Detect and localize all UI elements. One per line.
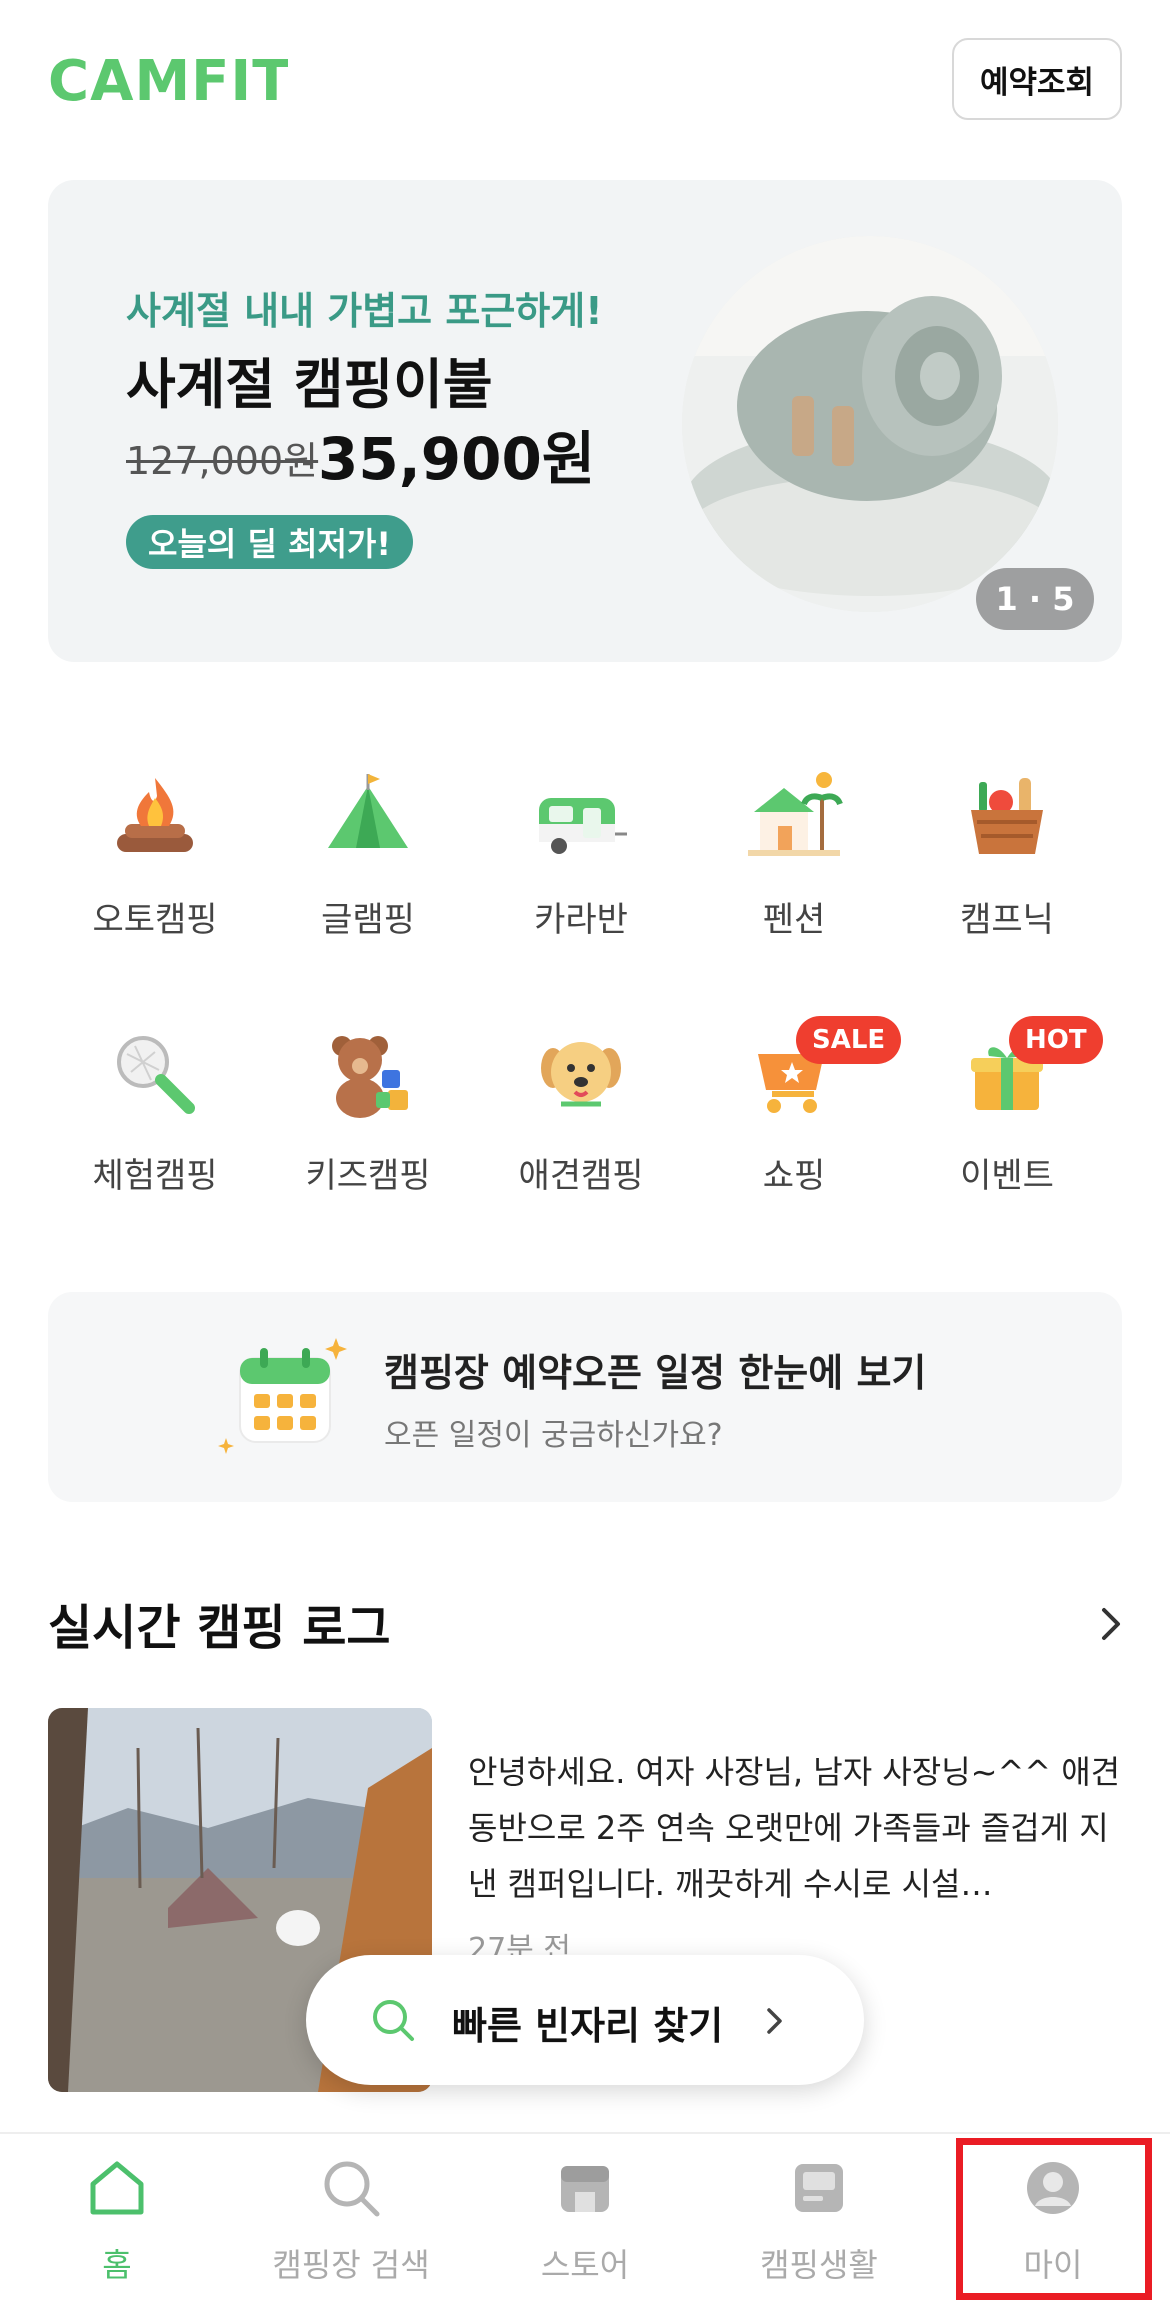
category-label: 펜션 — [762, 900, 826, 940]
home-icon — [90, 2161, 144, 2215]
teddy-bear-icon — [332, 1036, 408, 1118]
category-label: 글램핑 — [321, 900, 415, 940]
campfire-icon — [117, 778, 193, 852]
nav-label: 스토어 — [540, 2246, 630, 2284]
nav-label: 캠핑생활 — [760, 2246, 878, 2284]
sale-tag: SALE — [796, 1016, 902, 1064]
nav-store[interactable]: 스토어 — [468, 2156, 702, 2286]
quick-vacancy-search-button[interactable]: 빠른 빈자리 찾기 — [306, 1955, 864, 2085]
reservation-open-schedule-card[interactable]: 캠핑장 예약오픈 일정 한눈에 보기 오픈 일정이 궁금하신가요? — [48, 1292, 1122, 1502]
tent-icon — [328, 774, 408, 848]
hot-tag: HOT — [1009, 1016, 1103, 1064]
camfit-logo[interactable]: CAMFIT — [48, 52, 288, 106]
chevron-right-icon[interactable] — [1096, 1604, 1126, 1644]
chevron-right-icon — [767, 2008, 782, 2034]
category-auto-camping[interactable]: 오토캠핑 — [55, 768, 255, 941]
category-label: 쇼핑 — [762, 1156, 826, 1196]
category-shopping[interactable]: 쇼핑 SALE — [694, 1016, 902, 1197]
schedule-subtitle: 오픈 일정이 궁금하신가요? — [384, 1418, 723, 1453]
quick-search-label: 빠른 빈자리 찾기 — [452, 2004, 724, 2048]
original-price: 127,000원 — [126, 439, 319, 483]
nav-home[interactable]: 홈 — [0, 2156, 234, 2286]
blanket-product-image — [682, 236, 1058, 612]
nav-campsite-search[interactable]: 캠핑장 검색 — [234, 2156, 468, 2286]
caravan-icon — [539, 798, 627, 854]
camping-life-icon — [795, 2164, 843, 2212]
category-label: 오토캠핑 — [92, 900, 218, 940]
category-label: 키즈캠핑 — [305, 1156, 431, 1196]
nav-camping-life[interactable]: 캠핑생활 — [702, 2156, 936, 2286]
reservation-lookup-button[interactable]: 예약조회 — [952, 38, 1122, 120]
banner-title: 사계절 캠핑이불 — [126, 353, 493, 416]
deal-badge: 오늘의 딜 최저가! — [126, 515, 413, 569]
nav-label: 캠핑장 검색 — [272, 2246, 430, 2284]
search-icon — [324, 2161, 380, 2217]
category-caravan[interactable]: 카라반 — [481, 768, 681, 941]
search-icon — [373, 2000, 414, 2041]
svg-text:CAMFIT: CAMFIT — [48, 52, 288, 106]
camping-log-text[interactable]: 안녕하세요. 여자 사장님, 남자 사장닝~^^ 애견동반으로 2주 연속 오랫… — [468, 1744, 1122, 1912]
category-label: 체험캠핑 — [92, 1156, 218, 1196]
category-event[interactable]: 이벤트 HOT — [907, 1016, 1107, 1197]
bug-net-icon — [117, 1036, 195, 1114]
category-pet-camping[interactable]: 애견캠핑 — [481, 1024, 681, 1197]
banner-pager: 1 · 5 — [976, 568, 1094, 630]
category-experience-camping[interactable]: 체험캠핑 — [55, 1024, 255, 1197]
category-campnic[interactable]: 캠프닉 — [907, 768, 1107, 941]
category-kids-camping[interactable]: 키즈캠핑 — [268, 1024, 468, 1197]
category-pension[interactable]: 펜션 — [694, 768, 894, 941]
category-label: 이벤트 — [960, 1156, 1054, 1196]
category-label: 카라반 — [534, 900, 628, 940]
live-log-section-title: 실시간 캠핑 로그 — [48, 1600, 391, 1656]
picnic-basket-icon — [971, 778, 1043, 854]
highlight-box — [956, 2138, 1152, 2300]
promo-banner[interactable]: 사계절 내내 가볍고 포근하게! 사계절 캠핑이불 127,000원 35,90… — [48, 180, 1122, 662]
schedule-title: 캠핑장 예약오픈 일정 한눈에 보기 — [384, 1351, 927, 1395]
sale-price: 35,900원 — [318, 425, 596, 493]
banner-subtitle: 사계절 내내 가볍고 포근하게! — [126, 289, 603, 333]
category-label: 캠프닉 — [960, 900, 1054, 940]
category-label: 애견캠핑 — [518, 1156, 644, 1196]
pension-icon — [748, 772, 843, 856]
store-icon — [561, 2166, 609, 2212]
nav-label: 홈 — [102, 2246, 132, 2284]
calendar-icon — [218, 1338, 347, 1454]
dog-icon — [541, 1042, 621, 1107]
category-glamping[interactable]: 글램핑 — [268, 768, 468, 941]
